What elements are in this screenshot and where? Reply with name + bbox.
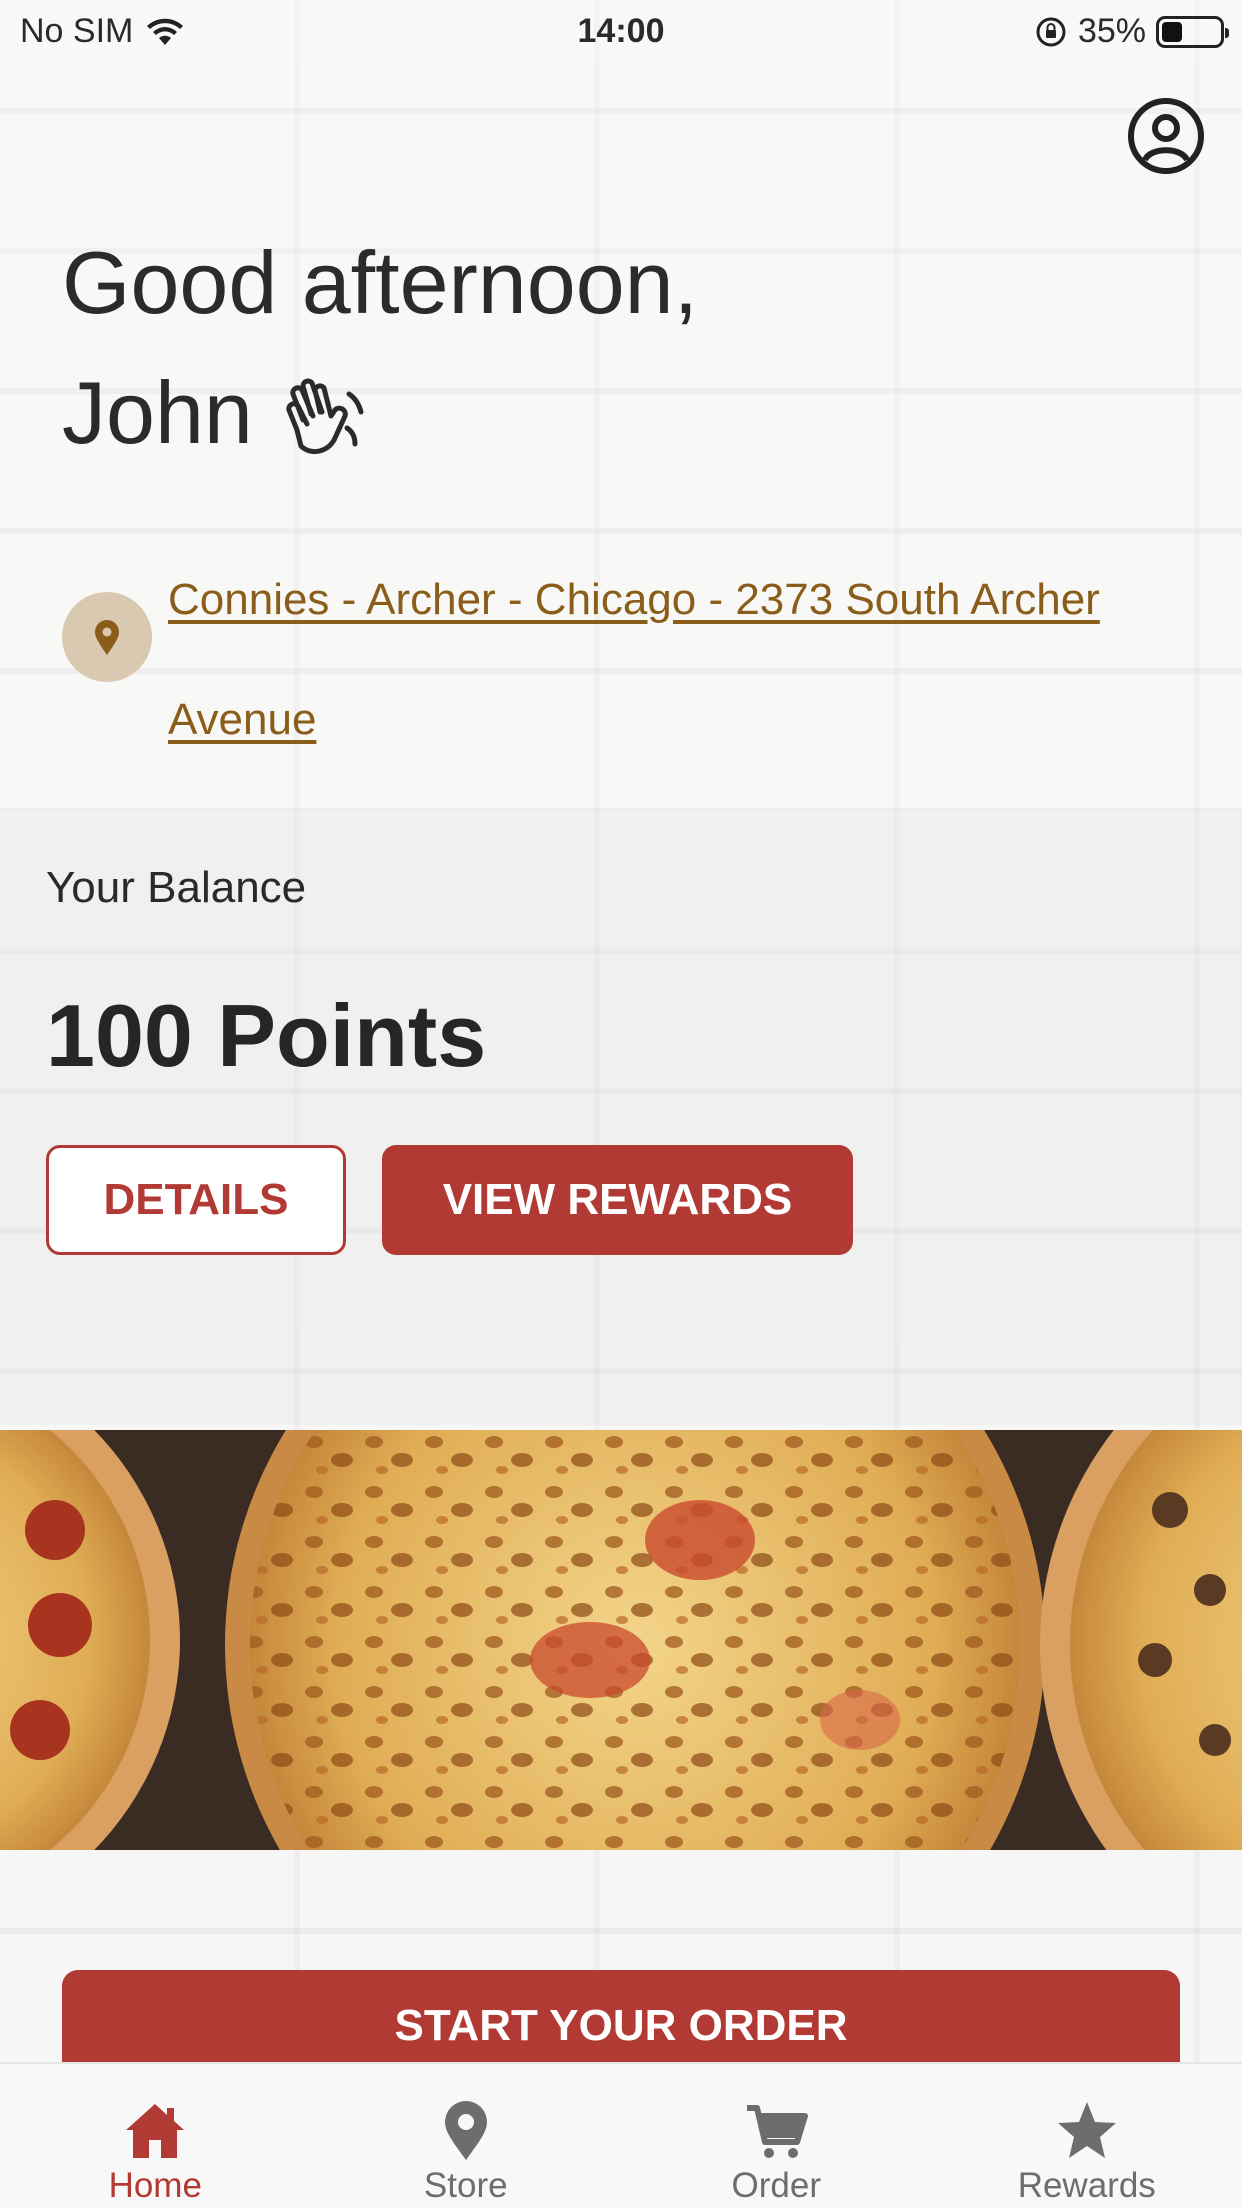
tab-rewards-label: Rewards bbox=[1017, 2166, 1156, 2205]
tab-store-label: Store bbox=[423, 2166, 508, 2205]
user-circle-icon bbox=[1128, 98, 1204, 174]
pizza-hero-image bbox=[0, 1430, 1242, 1850]
balance-label: Your Balance bbox=[46, 863, 307, 912]
home-icon bbox=[126, 2104, 185, 2158]
battery-percent: 35% bbox=[1077, 12, 1146, 50]
tab-order-label: Order bbox=[731, 2166, 821, 2205]
user-name: John bbox=[62, 363, 253, 462]
start-order-label: START YOUR ORDER bbox=[394, 2001, 848, 2050]
points-balance: 100 Points bbox=[46, 986, 487, 1085]
greeting-name-line: John bbox=[62, 348, 698, 478]
cart-icon bbox=[747, 2105, 809, 2158]
status-right: 35% bbox=[1034, 12, 1229, 51]
tab-bar: Home Store Order Rewards bbox=[0, 2062, 1242, 2208]
tab-home[interactable]: Home bbox=[0, 2064, 311, 2208]
orientation-lock-icon bbox=[1036, 17, 1066, 46]
store-link[interactable]: Connies - Archer - Chicago - 2373 South … bbox=[168, 540, 1148, 780]
waving-hand-icon bbox=[286, 378, 364, 454]
profile-button[interactable] bbox=[1126, 96, 1206, 176]
tab-order[interactable]: Order bbox=[621, 2064, 932, 2208]
location-pin-icon bbox=[95, 620, 119, 655]
tab-home-label: Home bbox=[108, 2166, 202, 2205]
star-icon bbox=[1057, 2102, 1116, 2158]
store-pin-badge bbox=[62, 592, 152, 682]
battery-icon bbox=[1156, 15, 1229, 48]
status-bar: No SIM 14:00 35% bbox=[0, 0, 1242, 60]
pizza-illustration bbox=[0, 1430, 1242, 1850]
location-pin-icon bbox=[444, 2101, 487, 2160]
greeting-line: Good afternoon, bbox=[62, 233, 699, 332]
view-rewards-button[interactable]: VIEW REWARDS bbox=[382, 1145, 853, 1255]
tab-store[interactable]: Store bbox=[311, 2064, 622, 2208]
details-button[interactable]: DETAILS bbox=[46, 1145, 346, 1255]
battery-fill bbox=[1162, 21, 1182, 42]
tab-rewards[interactable]: Rewards bbox=[932, 2064, 1242, 2208]
greeting: Good afternoon, John bbox=[62, 218, 698, 478]
balance-card: Your Balance 100 Points DETAILS VIEW REW… bbox=[0, 815, 1242, 1425]
